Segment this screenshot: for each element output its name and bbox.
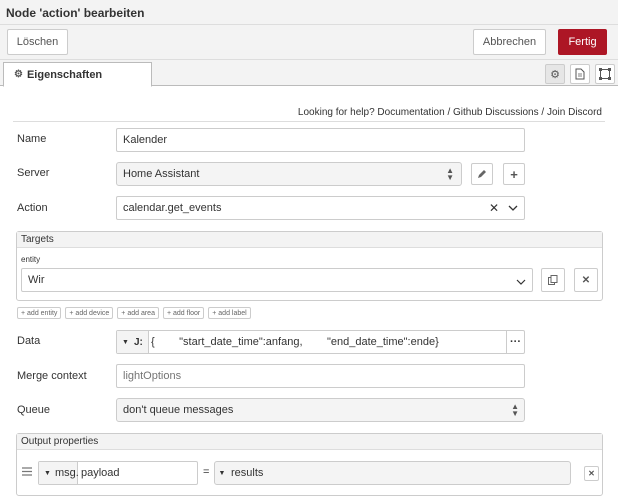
queue-select[interactable]: don't queue messages ▲ ▼ [116,398,525,422]
done-button[interactable]: Fertig [558,29,607,55]
caret-down-icon: ▼ [44,469,51,477]
dialog-toolbar: Löschen Abbrechen Fertig [0,25,618,60]
close-icon[interactable]: ✕ [574,268,598,292]
help-links: Looking for help? Documentation / Github… [298,107,602,118]
help-separator: / [541,107,545,118]
join-discord-link[interactable]: Join Discord [547,107,602,118]
action-value: calendar.get_events [123,202,222,214]
output-properties-header: Output properties [17,434,602,450]
add-area-button[interactable]: + add area [117,307,159,319]
document-icon[interactable] [570,64,590,84]
equals-sign: = [203,466,210,478]
gear-icon: ⚙ [14,69,23,80]
data-type-selector[interactable]: ▼ J: [117,331,149,353]
times-icon[interactable]: ✕ [489,201,499,215]
entity-select[interactable]: Wir [21,268,533,292]
action-combobox[interactable]: calendar.get_events ✕ [116,196,525,220]
action-label: Action [17,202,48,214]
merge-context-input[interactable] [116,364,525,388]
chevron-down-icon[interactable] [508,203,518,215]
layout-icon[interactable] [595,64,615,84]
queue-select-value: don't queue messages [123,404,234,416]
output-value: results [231,467,264,479]
tab-properties[interactable]: ⚙ Eigenschaften [3,62,152,87]
updown-icon: ▲ ▼ [446,166,454,182]
github-discussions-link[interactable]: Github Discussions [453,107,539,118]
documentation-link[interactable]: Documentation [377,107,444,118]
pencil-icon[interactable] [471,163,493,185]
ellipsis-icon[interactable]: ··· [506,331,524,353]
output-property-input[interactable]: ▼ msg. payload [38,461,198,485]
output-value-input[interactable]: ▼ results [214,461,571,485]
tab-properties-label: Eigenschaften [26,68,103,81]
chevron-down-icon [516,277,526,289]
divider [13,121,605,122]
updown-icon: ▲ ▼ [511,402,519,418]
name-input[interactable]: Kalender [116,128,525,152]
copy-icon[interactable] [541,268,565,292]
data-typed-input[interactable]: ▼ J: { "start_date_time":anfang, "end_da… [116,330,525,354]
server-label: Server [17,167,50,179]
dialog-title: Node 'action' bearbeiten [6,6,145,20]
data-value: { "start_date_time":anfang, "end_date_ti… [151,336,439,348]
output-property-type[interactable]: ▼ msg. [39,462,79,484]
add-label-button[interactable]: + add label [208,307,251,319]
output-property-prefix: msg. [54,467,79,479]
add-target-chips: + add entity + add device + add area + a… [17,307,251,319]
json-type-icon: J: [133,336,143,348]
caret-down-icon: ▼ [122,338,129,346]
dialog-header: Node 'action' bearbeiten [0,0,618,25]
name-label: Name [17,133,47,145]
delete-button[interactable]: Löschen [7,29,68,55]
help-prefix: Looking for help? [297,107,375,118]
targets-header: Targets [17,232,602,248]
output-property-value: payload [81,467,120,479]
help-separator: / [447,107,451,118]
cancel-button[interactable]: Abbrechen [473,29,546,55]
data-label: Data [17,335,41,347]
server-select-value: Home Assistant [123,168,200,180]
plus-icon[interactable]: + [503,163,525,185]
caret-down-icon[interactable]: ▼ [215,462,229,484]
server-select[interactable]: Home Assistant ▲ ▼ [116,162,462,186]
add-device-button[interactable]: + add device [65,307,114,319]
entity-label: entity [21,255,41,264]
gear-icon[interactable]: ⚙ [545,64,565,84]
queue-label: Queue [17,404,51,416]
times-icon[interactable]: ✕ [584,466,599,481]
entity-value: Wir [28,274,45,286]
add-entity-button[interactable]: + add entity [17,307,62,319]
merge-context-label: Merge context [17,370,87,382]
drag-handle-icon[interactable] [22,467,32,479]
add-floor-button[interactable]: + add floor [162,307,205,319]
